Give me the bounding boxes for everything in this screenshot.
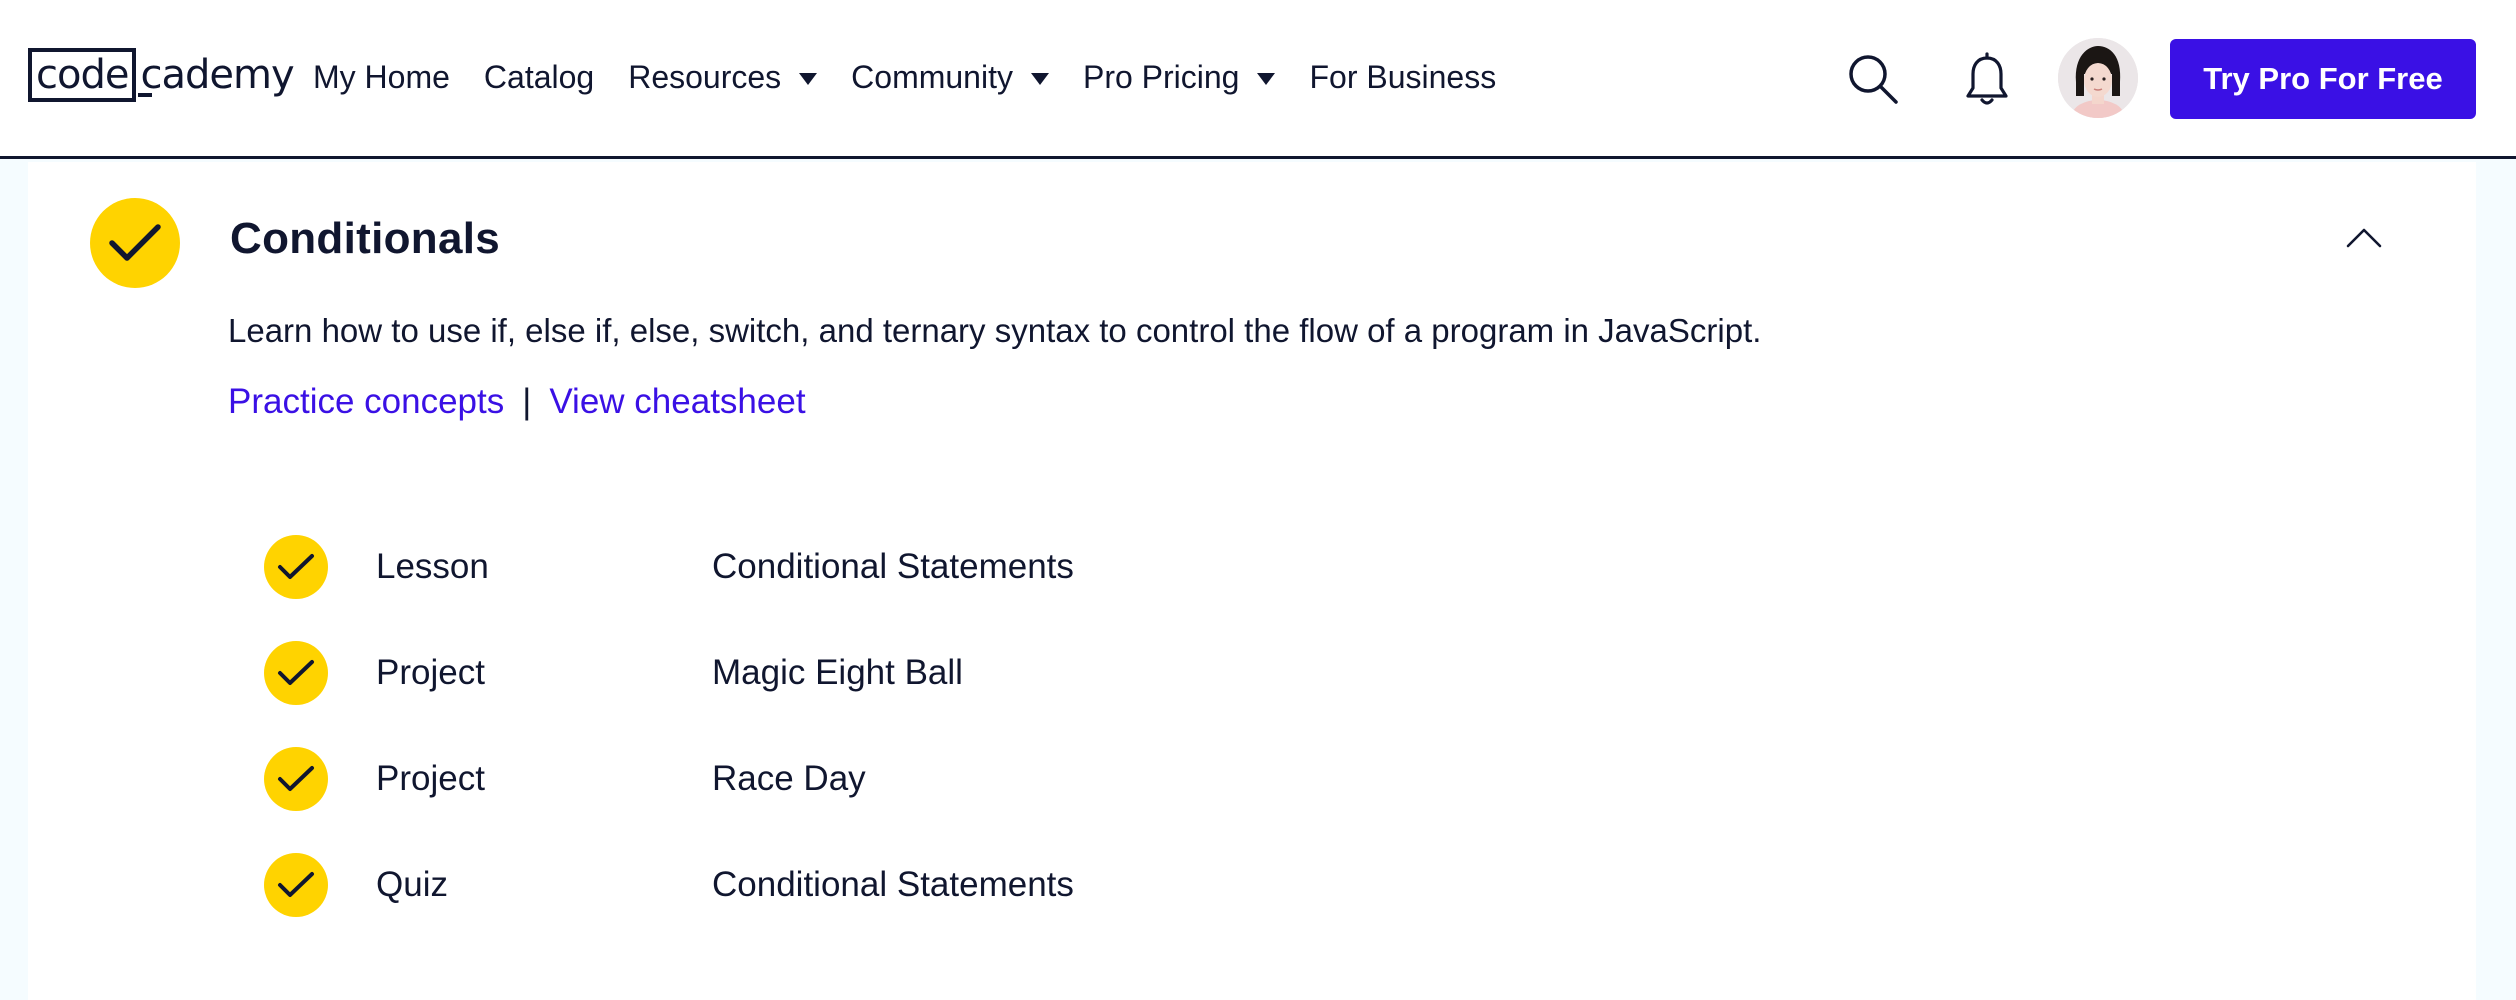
codecademy-logo[interactable]: code cademy xyxy=(28,48,295,102)
item-type-label: Lesson xyxy=(376,547,489,586)
module-card: Conditionals Learn how to use if, else i… xyxy=(28,162,2476,1000)
nav-community-label: Community xyxy=(851,58,1013,95)
nav-pro-pricing[interactable]: Pro Pricing xyxy=(1083,59,1276,96)
module-item-row[interactable]: Lesson Conditional Statements xyxy=(264,514,1664,620)
item-name-link[interactable]: Race Day xyxy=(712,759,866,799)
caret-down-icon xyxy=(799,73,818,85)
view-cheatsheet-link[interactable]: View cheatsheet xyxy=(549,382,805,422)
item-type-label: Quiz xyxy=(376,865,448,904)
module-item-row[interactable]: Quiz Conditional Statements xyxy=(264,832,1664,938)
link-separator: | xyxy=(522,382,532,421)
nav-resources-label: Resources xyxy=(628,58,782,95)
completed-check-icon xyxy=(264,535,328,599)
completed-check-icon xyxy=(264,641,328,705)
nav-resources[interactable]: Resources xyxy=(628,58,818,96)
module-description: Learn how to use if, else if, else, swit… xyxy=(228,312,1762,349)
main-nav: My Home Catalog Resources Community Pro … xyxy=(313,52,1530,102)
module-title: Conditionals xyxy=(230,214,501,263)
nav-pro-pricing-label: Pro Pricing xyxy=(1082,58,1240,95)
nav-for-business[interactable]: For Business xyxy=(1309,59,1496,96)
caret-down-icon xyxy=(1030,73,1049,85)
module-item-row[interactable]: Project Magic Eight Ball xyxy=(264,620,1664,726)
nav-catalog-label: Catalog xyxy=(483,58,595,95)
nav-catalog[interactable]: Catalog xyxy=(484,59,594,96)
logo-cademy-text: cademy xyxy=(140,52,294,98)
top-navigation-bar: code cademy My Home Catalog Resources Com… xyxy=(0,0,2516,159)
try-pro-button[interactable]: Try Pro For Free xyxy=(2170,39,2476,119)
chevron-up-icon[interactable] xyxy=(2344,222,2384,252)
item-name-link[interactable]: Conditional Statements xyxy=(712,547,1074,587)
module-completed-check-icon xyxy=(90,198,180,288)
practice-concepts-link[interactable]: Practice concepts xyxy=(228,382,504,422)
caret-down-icon xyxy=(1257,73,1276,85)
completed-check-icon xyxy=(264,853,328,917)
nav-community[interactable]: Community xyxy=(851,59,1049,96)
nav-for-business-label: For Business xyxy=(1309,58,1497,95)
bell-icon[interactable] xyxy=(1962,52,2012,108)
user-avatar[interactable] xyxy=(2058,38,2138,118)
nav-my-home-label: My Home xyxy=(313,58,450,95)
item-type-label: Project xyxy=(376,653,485,692)
item-name-link[interactable]: Conditional Statements xyxy=(712,865,1074,905)
module-item-row[interactable]: Project Race Day xyxy=(264,726,1664,832)
module-links: Practice concepts | View cheatsheet xyxy=(228,382,806,422)
logo-code-text: code xyxy=(28,48,137,102)
item-type-label: Project xyxy=(376,759,485,798)
module-item-list: Lesson Conditional Statements Project Ma… xyxy=(264,514,1664,938)
item-name-link[interactable]: Magic Eight Ball xyxy=(712,653,963,693)
logo-underscore xyxy=(138,93,153,97)
nav-my-home[interactable]: My Home xyxy=(313,59,450,96)
completed-check-icon xyxy=(264,747,328,811)
search-icon[interactable] xyxy=(1846,52,1900,106)
